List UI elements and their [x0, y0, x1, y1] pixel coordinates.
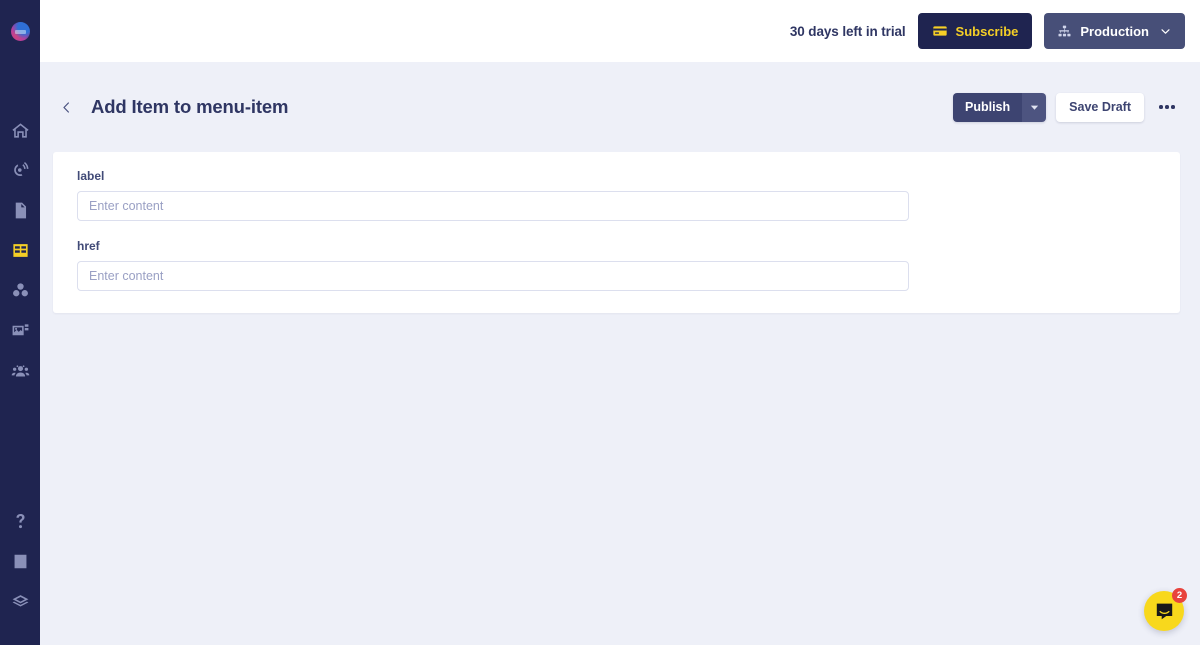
media-image-icon: [12, 323, 28, 335]
intercom-widget: 2: [1144, 588, 1187, 631]
href-input[interactable]: [77, 261, 909, 291]
environment-selector[interactable]: Production: [1044, 13, 1185, 49]
item-form-card: label href: [53, 152, 1180, 313]
main-sidebar: [0, 0, 40, 645]
save-draft-button[interactable]: Save Draft: [1056, 92, 1144, 122]
ellipsis-icon: [1165, 105, 1169, 109]
globe-rss-icon: [13, 161, 28, 176]
book-icon: [14, 554, 26, 568]
sidebar-item-content[interactable]: [0, 190, 40, 230]
sidebar-item-team[interactable]: [0, 350, 40, 390]
chevron-down-icon: [1161, 28, 1170, 34]
question-mark-icon: [15, 513, 25, 528]
publish-button-group: Publish: [953, 92, 1047, 122]
more-options-button[interactable]: [1154, 94, 1180, 120]
components-icon: [12, 282, 28, 296]
caret-down-icon: [1030, 105, 1038, 110]
credit-card-icon: [932, 26, 947, 36]
home-icon: [11, 122, 29, 138]
sidebar-primary-nav: [0, 110, 40, 390]
document-icon: [15, 202, 26, 218]
sidebar-secondary-nav: [0, 501, 40, 621]
sidebar-item-docs[interactable]: [0, 541, 40, 581]
field-href: href: [77, 239, 1156, 291]
ellipsis-icon: [1159, 105, 1163, 109]
field-label: label: [77, 169, 1156, 221]
label-input[interactable]: [77, 191, 909, 221]
page-title: Add Item to menu-item: [91, 96, 289, 117]
sidebar-item-help[interactable]: [0, 501, 40, 541]
label-field-label: label: [77, 169, 105, 183]
publish-dropdown-toggle[interactable]: [1022, 92, 1047, 122]
sidebar-item-projects[interactable]: [0, 581, 40, 621]
users-group-icon: [11, 364, 29, 376]
table-grid-icon: [12, 243, 28, 257]
intercom-unread-badge: 2: [1172, 588, 1187, 603]
sidebar-item-home[interactable]: [0, 110, 40, 150]
ellipsis-icon: [1171, 105, 1175, 109]
page-header-actions: Publish Save Draft: [953, 92, 1180, 122]
page-content: label href: [40, 152, 1200, 645]
main-region: 30 days left in trial Subscribe Producti…: [40, 0, 1200, 645]
href-field-label: href: [77, 239, 100, 253]
chevron-left-icon: [62, 101, 69, 113]
environment-label: Production: [1080, 23, 1149, 39]
layers-stack-icon: [12, 594, 28, 606]
back-button[interactable]: [53, 94, 79, 120]
page-header: Add Item to menu-item Publish Save Draft: [40, 62, 1200, 152]
app-root: 30 days left in trial Subscribe Producti…: [0, 0, 1200, 645]
sitemap-icon: [1058, 25, 1071, 36]
logo-icon: [10, 21, 30, 41]
subscribe-label: Subscribe: [955, 23, 1019, 39]
trial-status-text: 30 days left in trial: [789, 23, 906, 39]
subscribe-button[interactable]: Subscribe: [917, 13, 1033, 49]
sidebar-item-deliver[interactable]: [0, 150, 40, 190]
sidebar-item-components[interactable]: [0, 270, 40, 310]
logo-container[interactable]: [0, 0, 40, 62]
sidebar-item-media[interactable]: [0, 310, 40, 350]
publish-button[interactable]: Publish: [953, 92, 1023, 122]
sidebar-item-collections[interactable]: [0, 230, 40, 270]
chat-bubble-icon: [1156, 603, 1172, 619]
top-bar: 30 days left in trial Subscribe Producti…: [40, 0, 1200, 62]
